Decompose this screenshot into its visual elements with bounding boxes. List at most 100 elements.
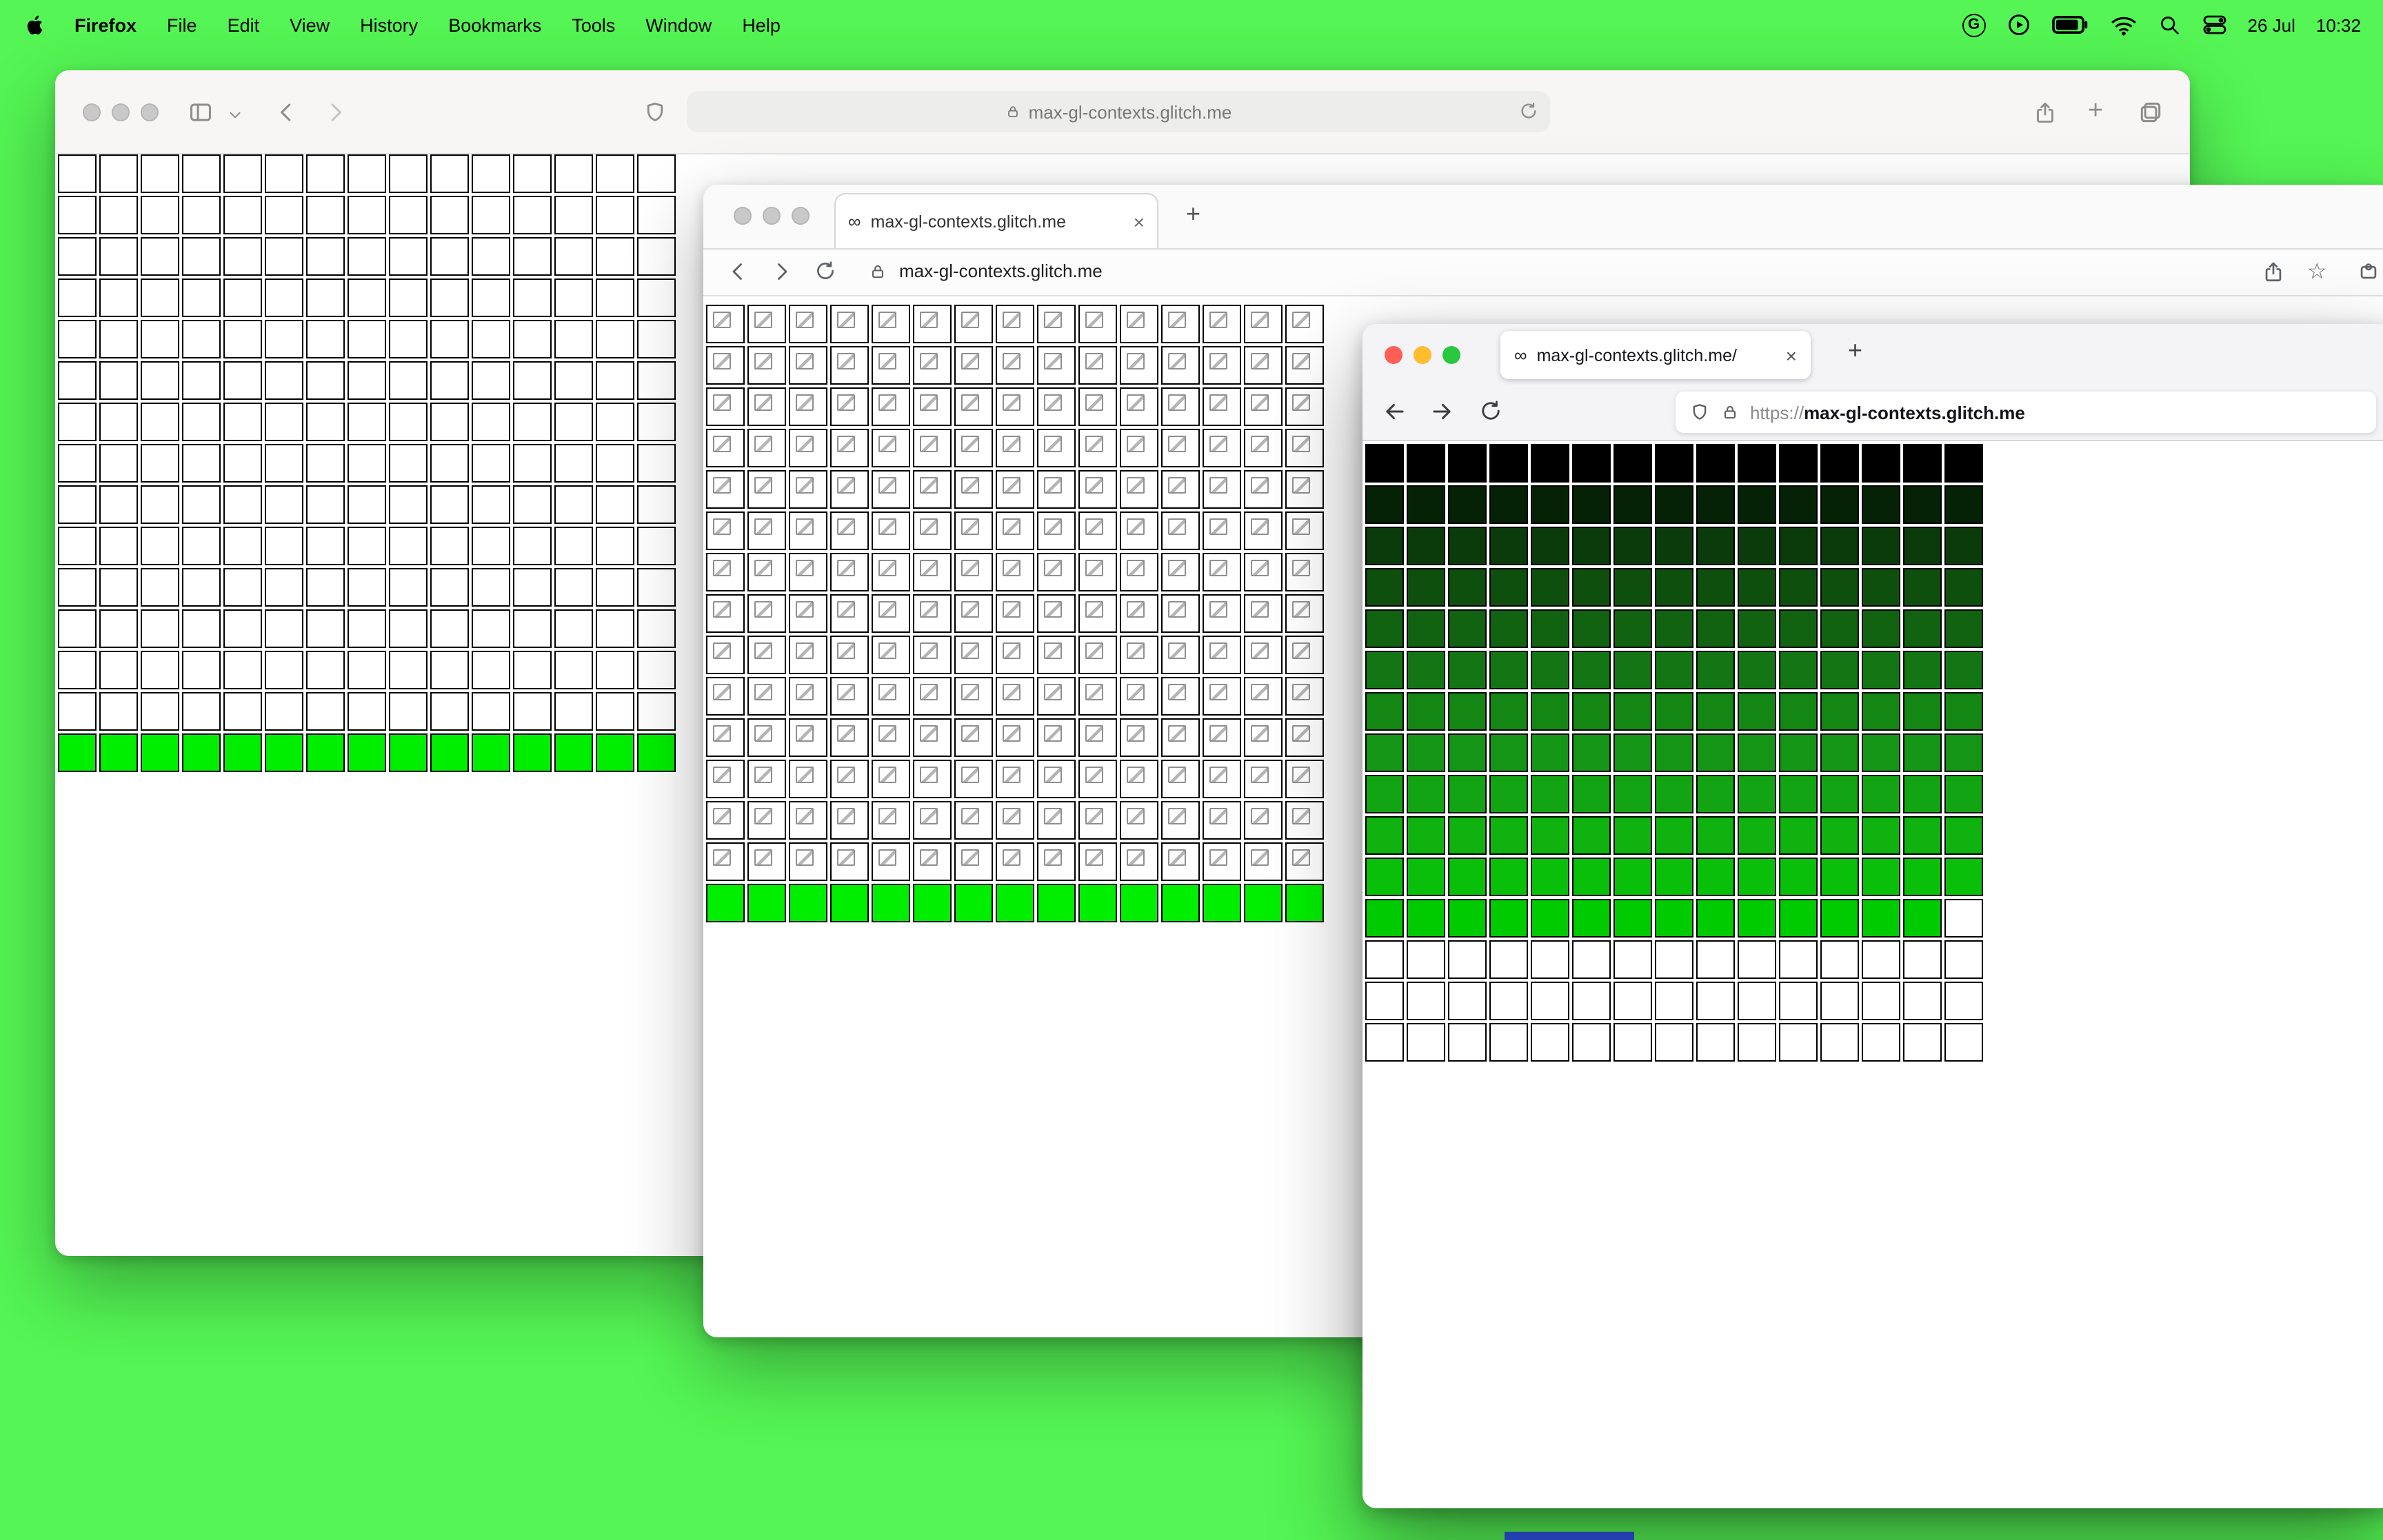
canvas-cell [1862,444,1900,483]
bookmark-star-icon[interactable]: ☆ [2307,258,2327,285]
broken-image-icon [1127,477,1145,494]
reload-icon[interactable] [1518,101,1539,121]
tracking-shield-icon[interactable] [1689,401,1710,423]
forward-icon[interactable] [770,259,794,284]
back-icon[interactable] [1382,398,1408,425]
address-bar[interactable]: max-gl-contexts.glitch.me [687,91,1550,132]
zoom-window-button[interactable] [1442,346,1460,364]
broken-image-icon [1003,808,1020,824]
url-text[interactable]: max-gl-contexts.glitch.me [899,261,1103,281]
back-icon[interactable] [725,259,750,284]
menu-bookmarks[interactable]: Bookmarks [448,14,541,35]
reload-icon[interactable] [814,259,837,283]
canvas-cell [141,692,179,731]
canvas-cell [1738,609,1776,648]
menu-help[interactable]: Help [742,14,781,35]
canvas-cell [954,594,993,633]
minimize-window-button[interactable] [1414,346,1431,364]
minimize-window-button[interactable] [763,207,781,225]
new-tab-button[interactable]: + [1186,200,1200,229]
share-icon[interactable] [2262,259,2285,284]
broken-image-icon [1209,642,1227,659]
canvas-cell [830,760,869,798]
zoom-window-button[interactable] [792,207,810,225]
reload-icon[interactable] [1478,398,1503,423]
canvas-cell [1448,609,1487,648]
control-center-icon[interactable] [2202,12,2227,37]
canvas-cell [265,237,303,276]
lock-icon[interactable] [1721,403,1739,422]
share-icon[interactable] [2033,99,2058,125]
canvas-cell [306,237,345,276]
broken-image-icon [1209,312,1227,328]
canvas-cell [1365,692,1404,731]
canvas-cell [389,527,428,565]
canvas-cell [1572,899,1611,938]
canvas-cell [789,842,827,881]
canvas-cell [1613,899,1652,938]
google-status-icon[interactable]: G [1962,13,1986,37]
zoom-window-button[interactable] [141,103,159,121]
canvas-cell [554,651,593,689]
close-window-button[interactable] [83,103,101,121]
broken-image-icon [961,477,979,494]
canvas-cell [1572,858,1611,896]
canvas-cell [58,485,97,524]
broken-image-icon [961,560,979,576]
back-icon[interactable] [273,99,299,125]
broken-image-icon [1251,767,1269,783]
lock-icon[interactable] [869,262,887,281]
canvas-cell [182,733,221,772]
canvas-cell [348,692,386,731]
canvas-cell [637,237,676,276]
menubar-clock[interactable]: 10:32 [2316,14,2361,35]
canvas-cell [1203,760,1241,798]
sidebar-icon[interactable] [188,99,214,125]
broken-image-icon [796,684,814,700]
infinity-favicon: ∞ [1514,345,1527,365]
canvas-cell [99,692,138,731]
menubar-date[interactable]: 26 Jul [2248,14,2295,35]
play-circle-icon[interactable] [2007,12,2031,37]
menu-tools[interactable]: Tools [572,14,615,35]
menu-window[interactable]: Window [645,14,712,35]
close-window-button[interactable] [734,207,752,225]
minimize-window-button[interactable] [112,103,130,121]
tab-close-icon[interactable]: × [1786,344,1797,366]
new-tab-icon[interactable]: + [2088,97,2103,127]
extensions-icon[interactable] [2357,259,2380,283]
menu-view[interactable]: View [290,14,330,35]
new-tab-button[interactable]: + [1848,336,1862,365]
forward-icon[interactable] [323,99,349,125]
canvas-cell [1944,775,1983,813]
apple-menu-icon[interactable] [22,12,44,37]
canvas-cell [389,196,428,234]
tab-close-icon[interactable]: × [1134,210,1145,232]
canvas-cell [830,346,869,385]
canvas-cell [472,196,510,234]
wifi-icon[interactable] [2110,13,2138,37]
canvas-cell [1862,692,1900,731]
tab-overview-icon[interactable] [2138,99,2164,125]
canvas-cell [1655,899,1693,938]
canvas-cell [1407,1023,1445,1062]
broken-image-icon [1209,601,1227,618]
menu-file[interactable]: File [167,14,197,35]
menu-history[interactable]: History [360,14,418,35]
canvas-cell [389,320,428,358]
search-icon[interactable] [2158,13,2182,37]
browser-tab[interactable]: ∞ max-gl-contexts.glitch.me/ × [1500,331,1811,379]
canvas-cell [1407,485,1445,524]
battery-icon[interactable] [2051,15,2089,34]
menu-edit[interactable]: Edit [228,14,260,35]
address-bar[interactable]: https://max-gl-contexts.glitch.me [1676,392,2376,433]
shield-icon[interactable] [643,99,667,125]
forward-icon[interactable] [1429,398,1455,425]
menu-app-name[interactable]: Firefox [74,14,137,35]
canvas-cell [1037,594,1076,633]
broken-image-icon [920,353,938,369]
chevron-down-icon[interactable] [226,106,244,124]
close-window-button[interactable] [1385,346,1402,364]
browser-tab[interactable]: ∞ max-gl-contexts.glitch.me × [834,193,1158,248]
broken-image-icon [1085,767,1103,783]
